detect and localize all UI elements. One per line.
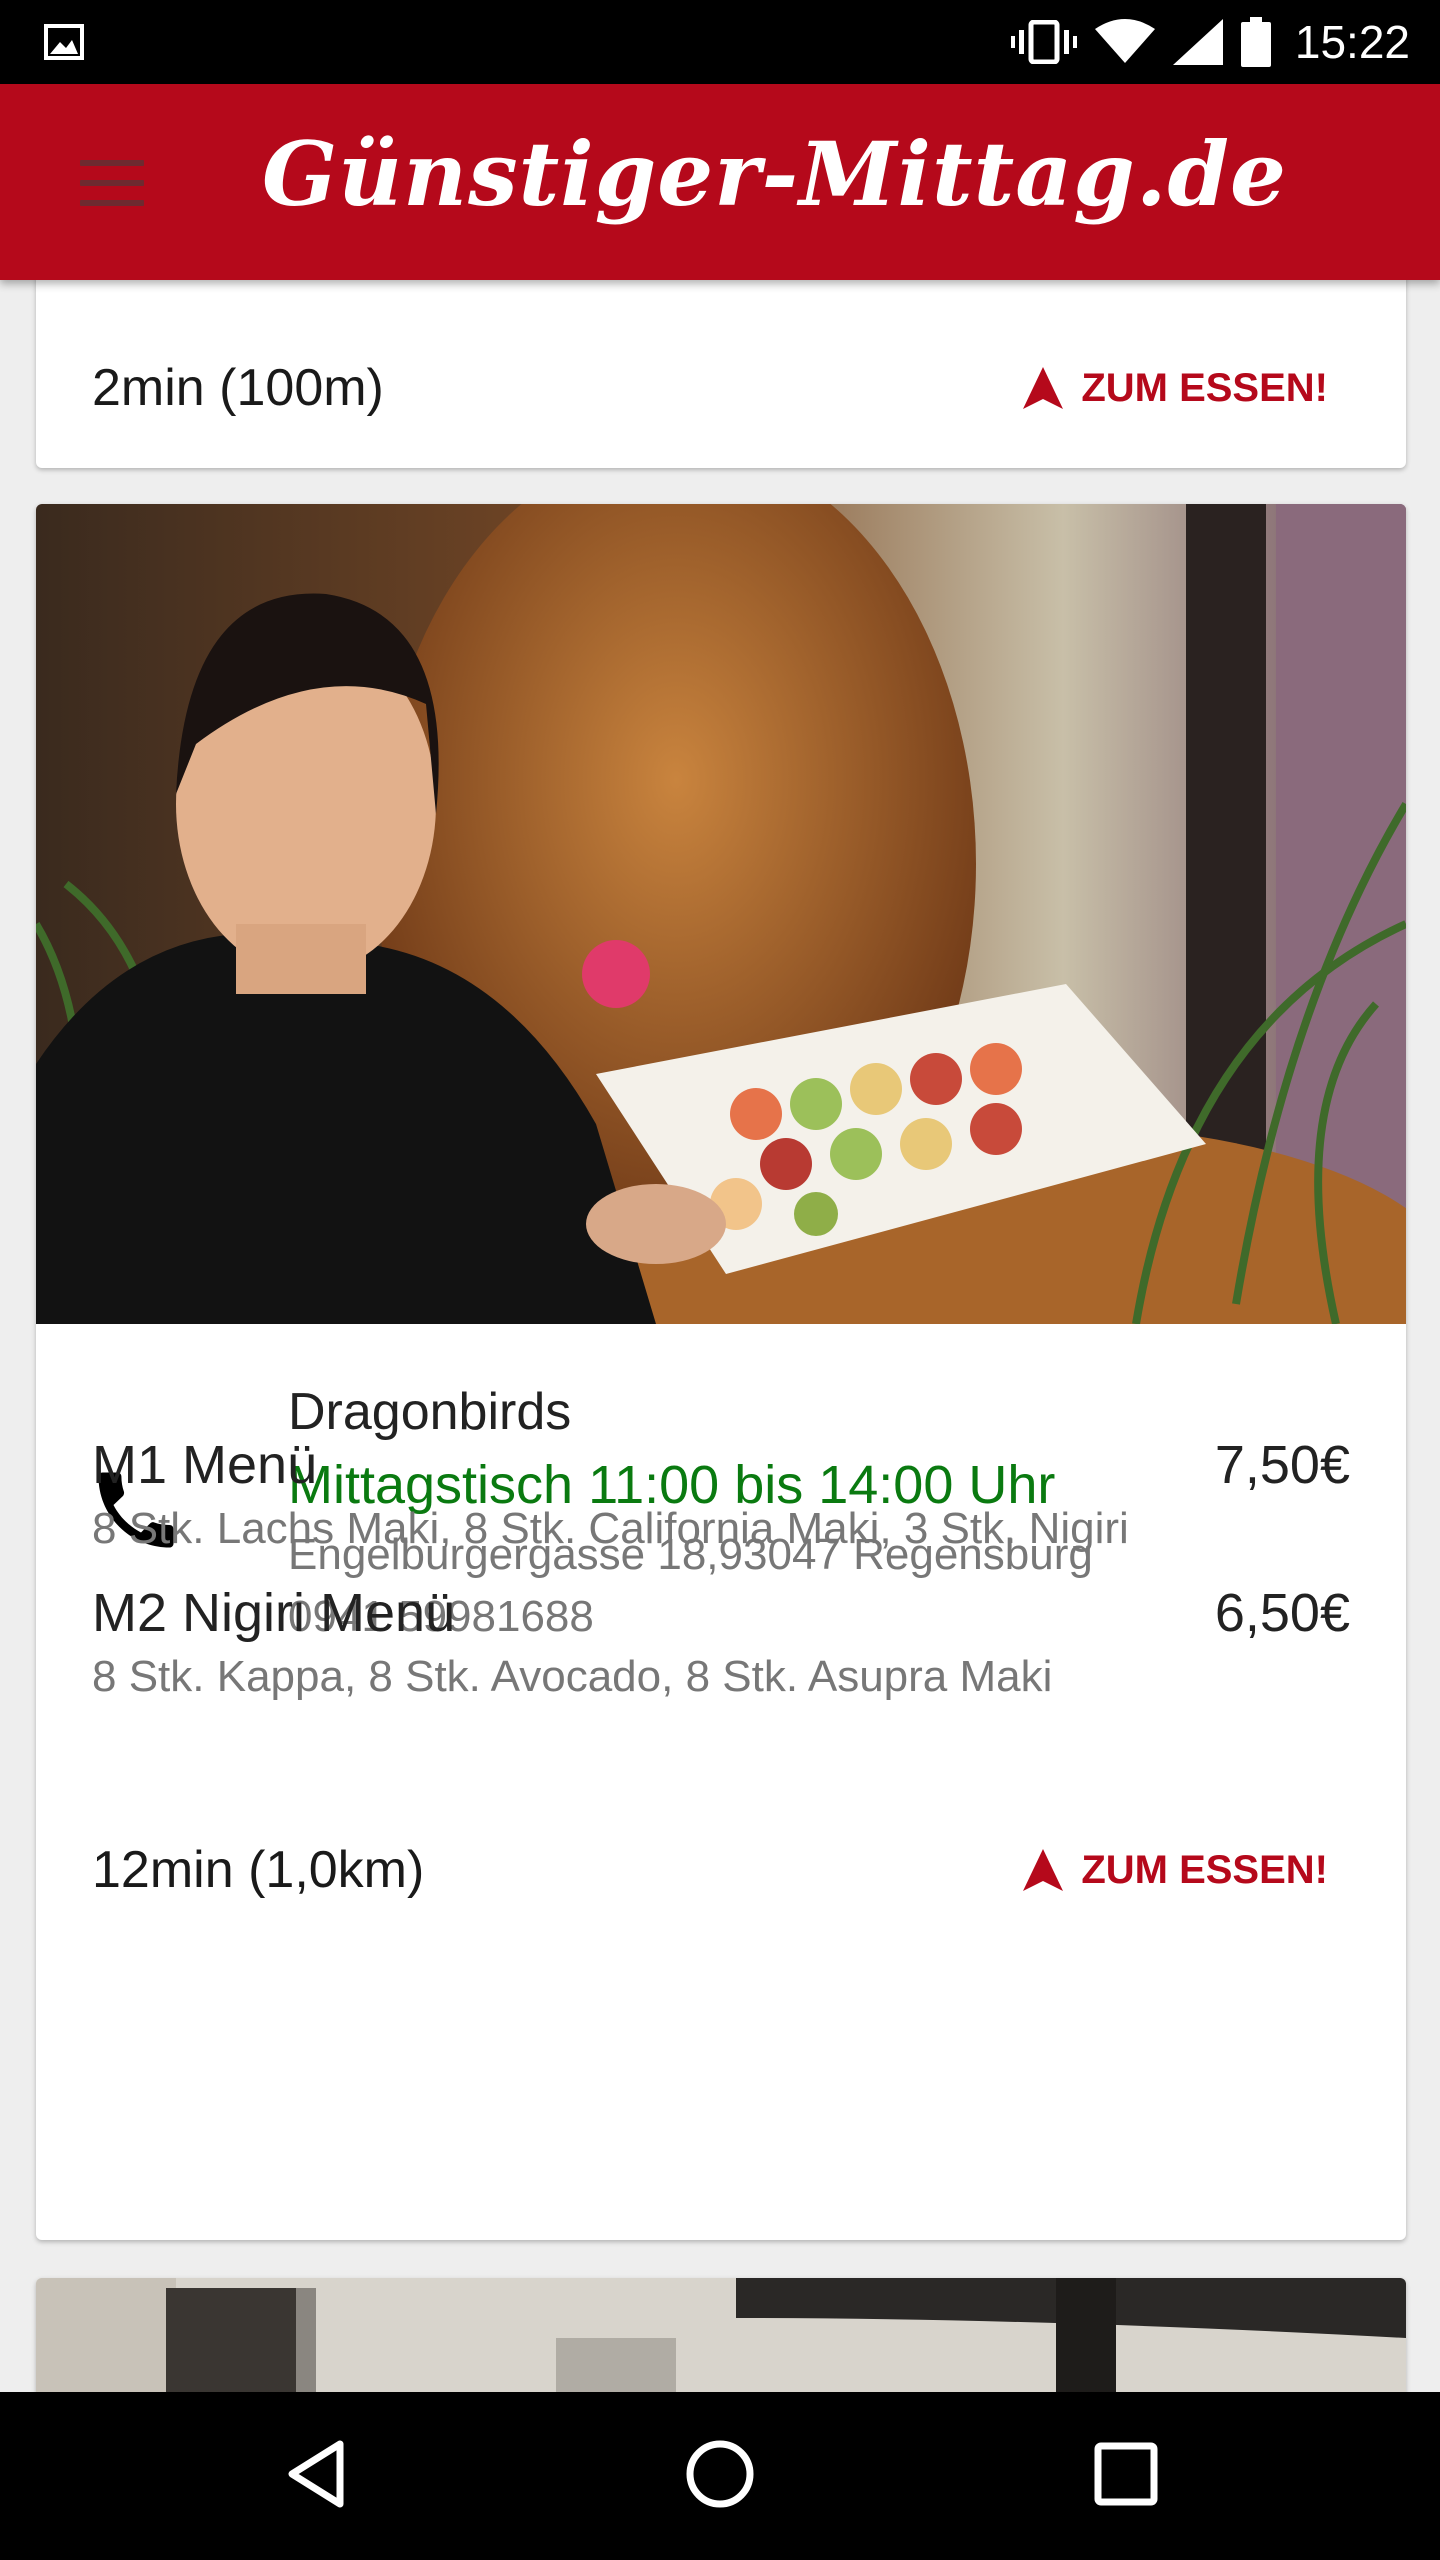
restaurant-photo[interactable] xyxy=(36,504,1406,1324)
zum-essen-button[interactable]: ZUM ESSEN! xyxy=(1023,366,1328,411)
distance-label: 2min (100m) xyxy=(92,359,384,417)
menu-item-price: 7,50€ xyxy=(1214,1435,1350,1495)
battery-icon xyxy=(1240,17,1271,67)
app-bar: Günstiger-Mittag.de xyxy=(0,84,1440,280)
menu-item-description: 8 Stk. Lachs Maki, 8 Stk. California Mak… xyxy=(92,1504,1129,1553)
menu-item-name: M1 Menü xyxy=(92,1435,318,1495)
back-icon[interactable] xyxy=(280,2436,356,2512)
restaurant-card: 2min (100m) ZUM ESSEN! xyxy=(36,280,1406,468)
navigation-arrow-icon xyxy=(1023,1849,1064,1891)
hamburger-menu-icon[interactable] xyxy=(80,160,144,208)
recents-icon[interactable] xyxy=(1088,2436,1164,2512)
zum-essen-button[interactable]: ZUM ESSEN! xyxy=(1023,1848,1328,1893)
clock: 15:22 xyxy=(1294,16,1410,68)
app-title: Günstiger-Mittag.de xyxy=(262,122,1287,226)
restaurant-list[interactable]: 2min (100m) ZUM ESSEN! Dragonbirds Mitta… xyxy=(0,280,1440,2392)
system-nav-bar xyxy=(0,2392,1440,2560)
menu-item-description: 8 Stk. Kappa, 8 Stk. Avocado, 8 Stk. Asu… xyxy=(92,1652,1053,1701)
menu-item-price: 6,50€ xyxy=(1214,1583,1350,1643)
menu-item-name: M2 Nigiri Menü xyxy=(92,1583,456,1643)
wifi-icon xyxy=(1094,19,1155,63)
vibrate-icon xyxy=(1010,20,1077,64)
status-bar: 15:22 xyxy=(0,0,1440,84)
zum-essen-label: ZUM ESSEN! xyxy=(1081,1847,1328,1892)
distance-label: 12min (1,0km) xyxy=(92,1841,425,1899)
restaurant-card xyxy=(36,2278,1406,2392)
card-footer: 2min (100m) ZUM ESSEN! xyxy=(92,348,1350,428)
restaurant-card: Dragonbirds Mittagstisch 11:00 bis 14:00… xyxy=(36,504,1406,2240)
signal-icon xyxy=(1172,19,1223,65)
image-icon xyxy=(44,24,84,60)
zum-essen-label: ZUM ESSEN! xyxy=(1081,365,1328,410)
home-icon[interactable] xyxy=(682,2436,758,2512)
navigation-arrow-icon xyxy=(1023,367,1064,409)
restaurant-photo[interactable] xyxy=(36,2278,1406,2392)
card-footer: 12min (1,0km) ZUM ESSEN! xyxy=(92,1830,1350,1910)
restaurant-name: Dragonbirds xyxy=(288,1383,572,1441)
